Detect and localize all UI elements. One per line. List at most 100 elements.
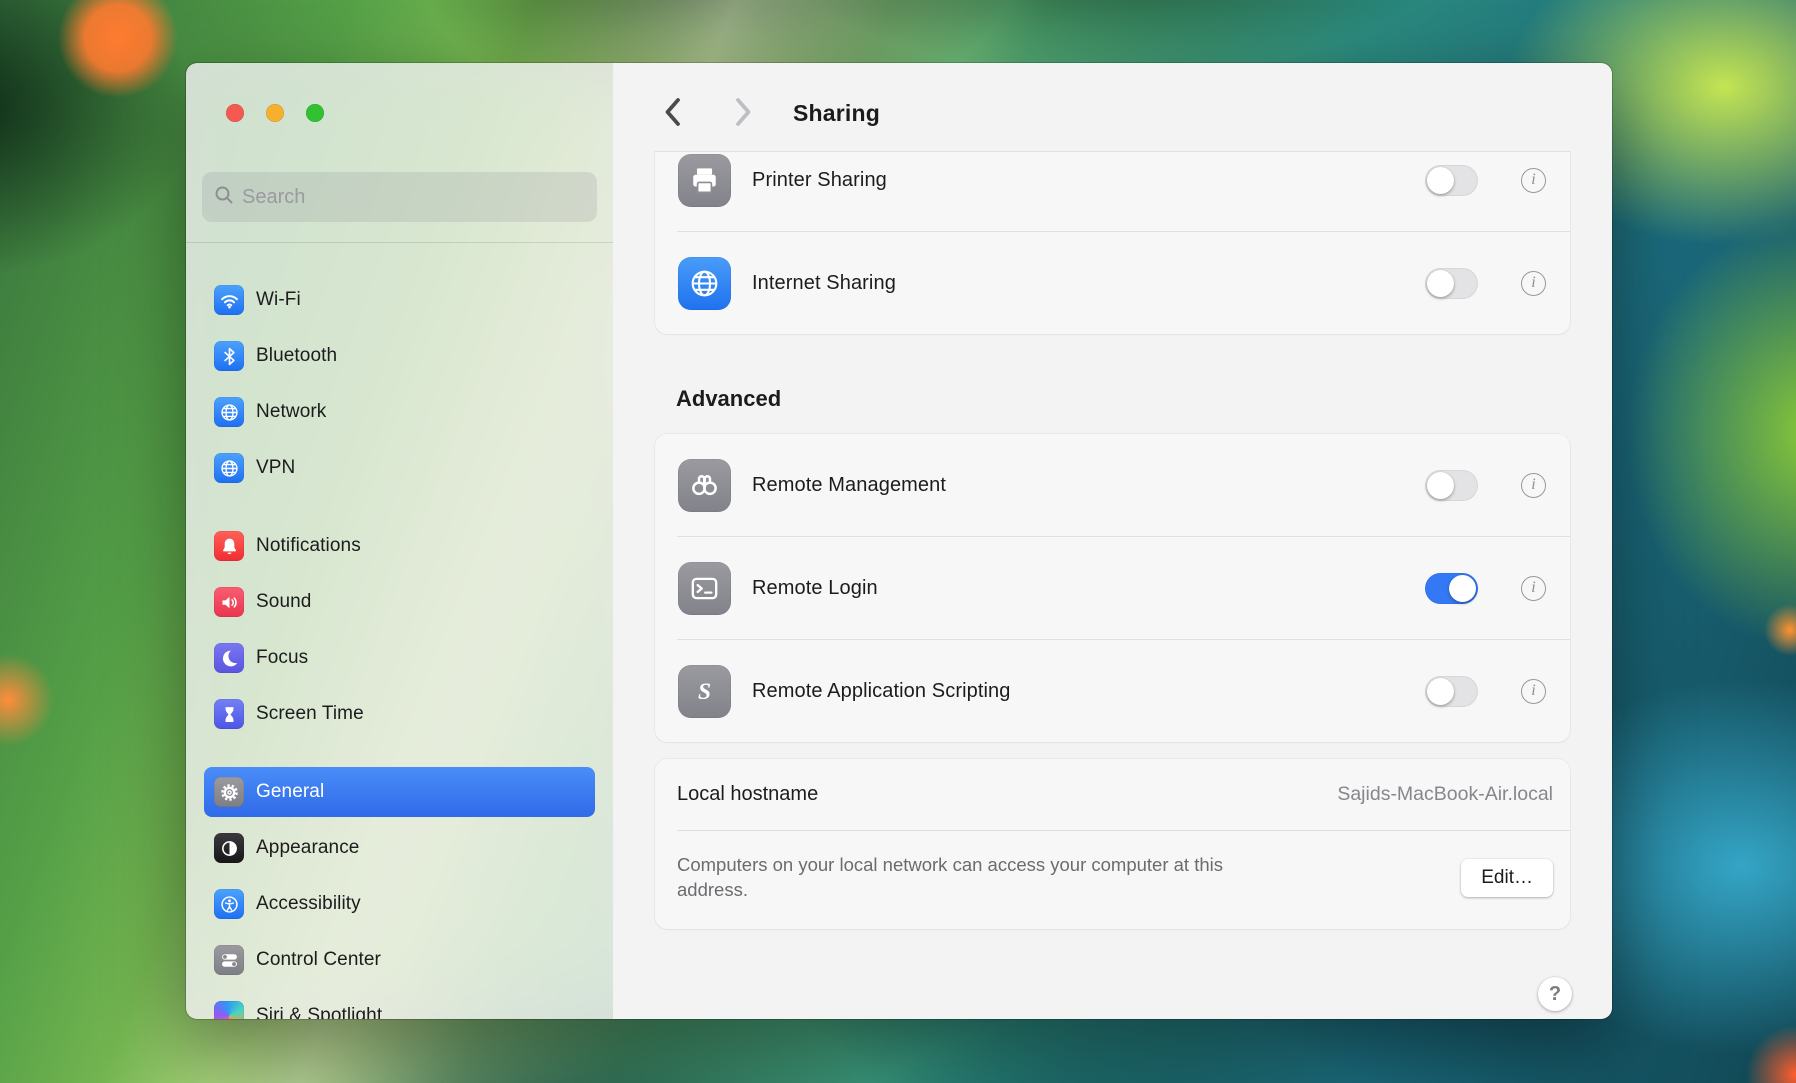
toggles-icon xyxy=(214,945,244,975)
traffic-lights xyxy=(186,104,613,122)
hostname-description-row: Computers on your local network can acce… xyxy=(655,831,1570,929)
remote-application-scripting-toggle[interactable] xyxy=(1425,676,1478,707)
moon-icon xyxy=(214,643,244,673)
search-field[interactable] xyxy=(202,172,597,222)
sidebar-item-appearance[interactable]: Appearance xyxy=(204,823,595,873)
globe-icon xyxy=(214,397,244,427)
appearance-icon xyxy=(214,833,244,863)
sidebar-item-label: Control Center xyxy=(256,949,381,971)
search-input[interactable] xyxy=(242,186,585,209)
advanced-card: Remote Management i Remote Login i xyxy=(655,434,1570,742)
sidebar-item-label: Accessibility xyxy=(256,893,361,915)
sidebar: Wi-Fi Bluetooth Network xyxy=(186,63,613,1019)
sidebar-item-label: Notifications xyxy=(256,535,361,557)
sidebar-item-label: Appearance xyxy=(256,837,359,859)
search-icon xyxy=(214,185,234,210)
local-hostname-row: Local hostname Sajids-MacBook-Air.local xyxy=(655,759,1570,830)
sidebar-item-notifications[interactable]: Notifications xyxy=(204,521,595,571)
binoculars-icon xyxy=(678,459,731,512)
chevron-right-icon xyxy=(735,97,753,130)
sidebar-separator xyxy=(186,242,613,243)
content-clip-line xyxy=(655,151,1570,152)
sidebar-item-vpn[interactable]: VPN xyxy=(204,443,595,493)
row-label: Printer Sharing xyxy=(752,169,887,192)
info-icon: i xyxy=(1531,172,1535,188)
printer-sharing-row: Printer Sharing i xyxy=(655,151,1570,231)
sidebar-item-label: Bluetooth xyxy=(256,345,337,367)
info-icon: i xyxy=(1531,683,1535,699)
info-button[interactable]: i xyxy=(1521,679,1546,704)
sharing-services-card: Printer Sharing i Internet Sharing i xyxy=(655,151,1570,334)
remote-login-row: Remote Login i xyxy=(655,537,1570,639)
row-label: Remote Login xyxy=(752,577,878,600)
info-button[interactable]: i xyxy=(1521,473,1546,498)
chevron-left-icon xyxy=(663,97,681,130)
sidebar-item-network[interactable]: Network xyxy=(204,387,595,437)
sidebar-item-bluetooth[interactable]: Bluetooth xyxy=(204,331,595,381)
sidebar-item-control-center[interactable]: Control Center xyxy=(204,935,595,985)
globe-icon xyxy=(214,453,244,483)
sidebar-item-focus[interactable]: Focus xyxy=(204,633,595,683)
edit-button[interactable]: Edit… xyxy=(1461,859,1553,897)
info-button[interactable]: i xyxy=(1521,168,1546,193)
sidebar-item-siri-spotlight[interactable]: Siri & Spotlight xyxy=(204,991,595,1019)
forward-button[interactable] xyxy=(727,91,761,135)
printer-icon xyxy=(678,154,731,207)
terminal-icon xyxy=(678,562,731,615)
printer-sharing-toggle[interactable] xyxy=(1425,165,1478,196)
local-hostname-label: Local hostname xyxy=(677,783,818,806)
advanced-heading: Advanced xyxy=(676,386,1570,412)
hostname-description: Computers on your local network can acce… xyxy=(677,853,1252,903)
toolbar: Sharing xyxy=(613,63,1612,151)
help-button[interactable]: ? xyxy=(1538,977,1572,1011)
sidebar-item-sound[interactable]: Sound xyxy=(204,577,595,627)
gear-icon xyxy=(214,777,244,807)
sidebar-item-label: Sound xyxy=(256,591,311,613)
sidebar-nav: Wi-Fi Bluetooth Network xyxy=(186,275,613,1019)
sidebar-item-accessibility[interactable]: Accessibility xyxy=(204,879,595,929)
row-label: Internet Sharing xyxy=(752,272,896,295)
sidebar-item-label: Focus xyxy=(256,647,308,669)
row-label: Remote Application Scripting xyxy=(752,680,1011,703)
sidebar-item-label: Screen Time xyxy=(256,703,364,725)
hostname-card: Local hostname Sajids-MacBook-Air.local … xyxy=(655,759,1570,929)
zoom-button[interactable] xyxy=(306,104,324,122)
row-label: Remote Management xyxy=(752,474,946,497)
svg-text:S: S xyxy=(698,679,711,705)
bluetooth-icon xyxy=(214,341,244,371)
remote-login-toggle[interactable] xyxy=(1425,573,1478,604)
minimize-button[interactable] xyxy=(266,104,284,122)
page-title: Sharing xyxy=(793,100,880,127)
sidebar-item-label: Siri & Spotlight xyxy=(256,1005,382,1019)
sidebar-item-label: Network xyxy=(256,401,326,423)
siri-icon xyxy=(214,1001,244,1019)
sidebar-item-label: VPN xyxy=(256,457,295,479)
internet-sharing-toggle[interactable] xyxy=(1425,268,1478,299)
sidebar-item-label: Wi-Fi xyxy=(256,289,301,311)
back-button[interactable] xyxy=(655,91,689,135)
main-pane: Sharing Printer Sharing i xyxy=(613,63,1612,1019)
internet-sharing-row: Internet Sharing i xyxy=(655,232,1570,334)
info-icon: i xyxy=(1531,477,1535,493)
globe-icon xyxy=(678,257,731,310)
sidebar-item-screen-time[interactable]: Screen Time xyxy=(204,689,595,739)
local-hostname-value: Sajids-MacBook-Air.local xyxy=(1337,783,1553,806)
info-icon: i xyxy=(1531,580,1535,596)
accessibility-icon xyxy=(214,889,244,919)
info-button[interactable]: i xyxy=(1521,271,1546,296)
sidebar-item-wifi[interactable]: Wi-Fi xyxy=(204,275,595,325)
sidebar-item-general[interactable]: General xyxy=(204,767,595,817)
wifi-icon xyxy=(214,285,244,315)
settings-window: Wi-Fi Bluetooth Network xyxy=(186,63,1612,1019)
remote-application-scripting-row: S Remote Application Scripting i xyxy=(655,640,1570,742)
hourglass-icon xyxy=(214,699,244,729)
content-scroll-area[interactable]: Printer Sharing i Internet Sharing i xyxy=(613,151,1612,1019)
info-icon: i xyxy=(1531,275,1535,291)
remote-management-toggle[interactable] xyxy=(1425,470,1478,501)
bell-icon xyxy=(214,531,244,561)
close-button[interactable] xyxy=(226,104,244,122)
speaker-icon xyxy=(214,587,244,617)
remote-management-row: Remote Management i xyxy=(655,434,1570,536)
sidebar-item-label: General xyxy=(256,781,324,803)
info-button[interactable]: i xyxy=(1521,576,1546,601)
